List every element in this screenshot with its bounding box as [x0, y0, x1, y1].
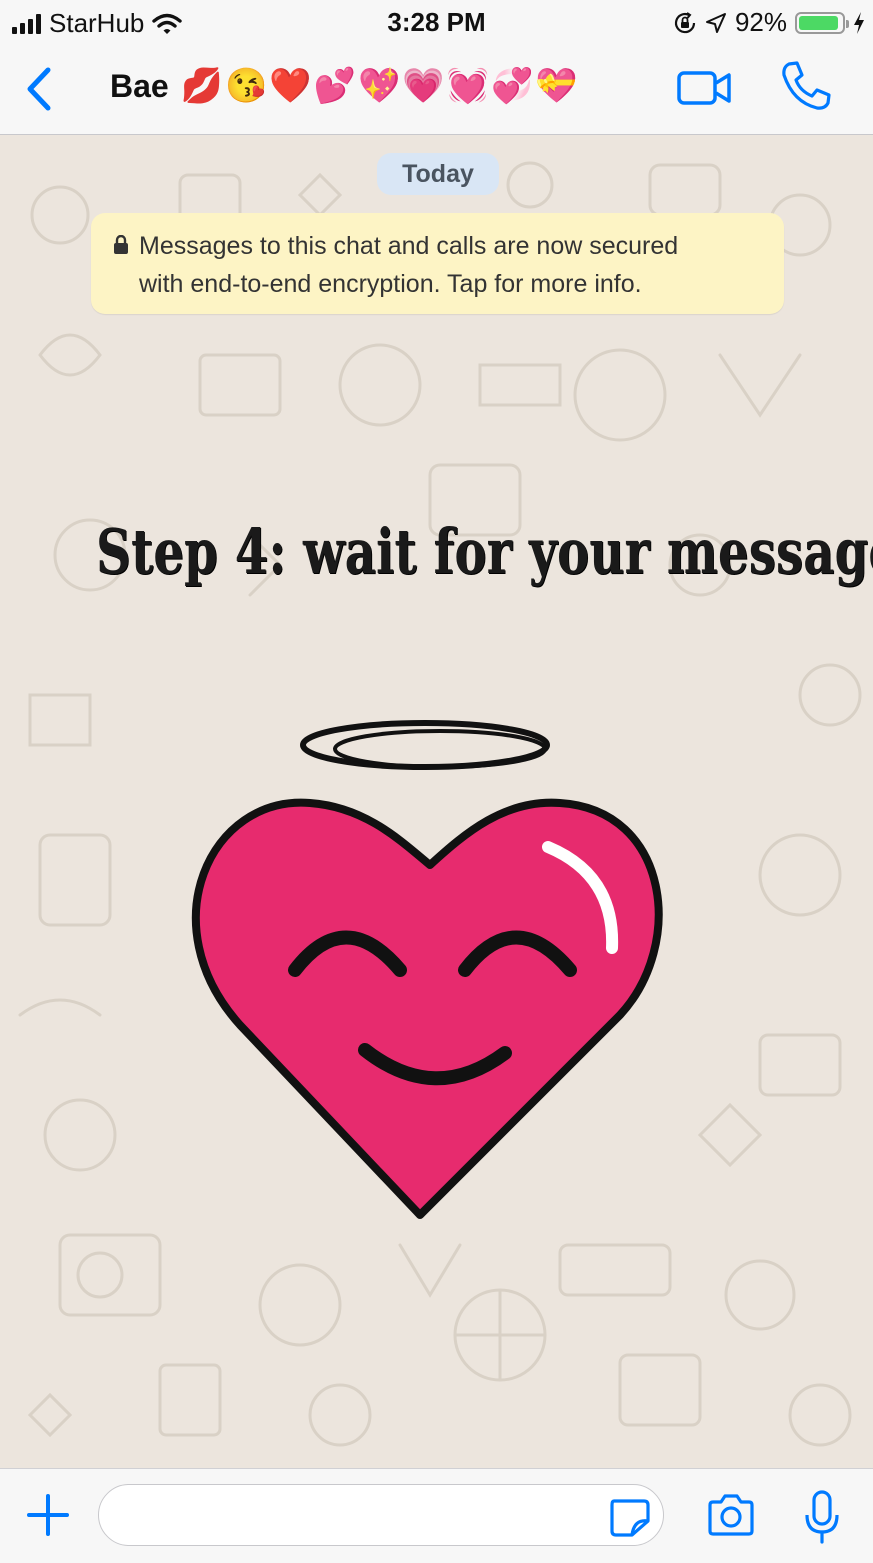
- camera-icon[interactable]: [706, 1493, 756, 1537]
- status-bar-right: 92%: [673, 7, 865, 38]
- battery-percent: 92%: [734, 7, 787, 37]
- phone-icon[interactable]: [780, 60, 832, 112]
- battery-icon: [795, 11, 849, 34]
- location-arrow-icon: [705, 12, 726, 33]
- orientation-lock-icon: [674, 11, 696, 33]
- plus-icon[interactable]: [26, 1493, 70, 1537]
- encryption-notice[interactable]: Messages to this chat and calls are now …: [91, 213, 784, 314]
- battery-level: [799, 15, 838, 30]
- encryption-notice-line1: Messages to this chat and calls are now …: [139, 232, 679, 260]
- microphone-icon[interactable]: [802, 1489, 842, 1545]
- message-input-bar: [0, 1468, 873, 1563]
- contact-name-emojis: 💋😘❤️💕💖💗💓💞💝: [180, 67, 580, 105]
- sticker-icon[interactable]: [608, 1497, 650, 1537]
- lock-icon: [114, 235, 128, 254]
- contact-name-button[interactable]: Bae 💋😘❤️💕💖💗💓💞💝: [110, 66, 580, 106]
- date-label: Today: [377, 153, 499, 195]
- video-camera-icon[interactable]: [676, 68, 732, 108]
- chat-header: Bae 💋😘❤️💕💖💗💓💞💝: [0, 44, 873, 135]
- contact-name: Bae: [110, 67, 169, 104]
- status-bar: StarHub 3:28 PM 92%: [0, 0, 873, 44]
- back-icon[interactable]: [20, 64, 60, 114]
- charging-bolt-icon: [854, 11, 864, 34]
- image-caption-text: Step 4: wait for your message :): [96, 515, 873, 588]
- message-input[interactable]: [98, 1484, 664, 1546]
- smiling-heart-with-halo-icon: [191, 720, 663, 1219]
- chat-area[interactable]: Today Messages to this chat and calls ar…: [0, 135, 873, 1468]
- encryption-notice-line2: with end-to-end encryption. Tap for more…: [139, 270, 642, 298]
